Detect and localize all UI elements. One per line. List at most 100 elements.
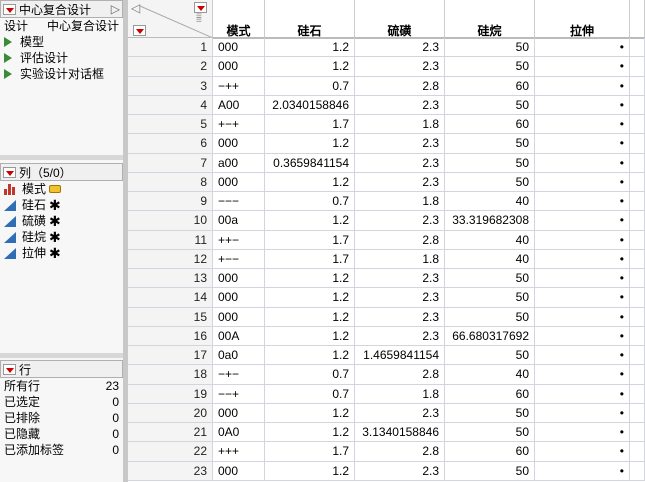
table-cell[interactable]: 2.3 xyxy=(355,403,445,422)
table-row[interactable]: 3 −++ 0.7 2.8 60 • xyxy=(128,76,645,96)
table-cell[interactable]: 3.1340158846 xyxy=(355,423,445,442)
table-cell[interactable]: A00 xyxy=(213,95,265,114)
table-row[interactable]: 9 −−− 0.7 1.8 40 • xyxy=(128,192,645,212)
table-cell[interactable]: 0.3659841154 xyxy=(265,153,355,172)
table-cell[interactable]: 2.8 xyxy=(355,442,445,461)
row-number[interactable]: 4 xyxy=(128,95,213,114)
row-number[interactable]: 22 xyxy=(128,442,213,461)
table-cell[interactable]: • xyxy=(535,192,630,211)
column-item-mode[interactable]: 模式 xyxy=(0,181,123,197)
table-cell[interactable]: 2.3 xyxy=(355,326,445,345)
table-cell[interactable]: 2.8 xyxy=(355,230,445,249)
table-cell[interactable]: 1.8 xyxy=(355,249,445,268)
table-row[interactable]: 5 +−+ 1.7 1.8 60 • xyxy=(128,115,645,135)
rows-panel-header[interactable]: 行 xyxy=(0,360,123,378)
table-cell[interactable]: 000 xyxy=(213,38,265,57)
table-row[interactable]: 16 00A 1.2 2.3 66.680317692 • xyxy=(128,326,645,346)
table-cell[interactable]: 1.2 xyxy=(265,326,355,345)
table-cell[interactable]: 50 xyxy=(445,153,535,172)
table-cell[interactable]: • xyxy=(535,326,630,345)
row-number[interactable]: 9 xyxy=(128,192,213,211)
table-row[interactable]: 4 A00 2.0340158846 2.3 50 • xyxy=(128,95,645,115)
column-header[interactable]: 硅烷 xyxy=(445,0,535,38)
row-number[interactable]: 23 xyxy=(128,461,213,480)
table-cell[interactable]: 50 xyxy=(445,461,535,480)
table-cell[interactable]: • xyxy=(535,134,630,153)
table-cell[interactable]: 1.7 xyxy=(265,115,355,134)
table-cell[interactable]: 40 xyxy=(445,249,535,268)
table-cell[interactable]: • xyxy=(535,38,630,57)
table-cell[interactable]: 1.2 xyxy=(265,211,355,230)
table-cell[interactable]: • xyxy=(535,288,630,307)
table-row[interactable]: 12 +−− 1.7 1.8 40 • xyxy=(128,249,645,269)
table-cell[interactable]: • xyxy=(535,57,630,76)
table-cell[interactable]: 0.7 xyxy=(265,76,355,95)
table-cell[interactable]: 1.2 xyxy=(265,461,355,480)
column-header[interactable]: 硅石 xyxy=(265,0,355,38)
table-cell[interactable]: 50 xyxy=(445,269,535,288)
table-cell[interactable]: 2.3 xyxy=(355,269,445,288)
table-cell[interactable]: −+− xyxy=(213,365,265,384)
table-cell[interactable]: 33.319682308 xyxy=(445,211,535,230)
table-cell[interactable]: 50 xyxy=(445,288,535,307)
table-cell[interactable]: +−+ xyxy=(213,115,265,134)
table-cell[interactable]: 1.2 xyxy=(265,423,355,442)
table-cell[interactable]: • xyxy=(535,384,630,403)
table-cell[interactable]: 50 xyxy=(445,38,535,57)
table-cell[interactable]: 0.7 xyxy=(265,384,355,403)
table-cell[interactable]: • xyxy=(535,249,630,268)
row-state-item[interactable]: 已隐藏 0 xyxy=(0,426,123,442)
row-state-item[interactable]: 已排除 0 xyxy=(0,410,123,426)
table-cell[interactable]: 1.2 xyxy=(265,57,355,76)
table-cell[interactable]: 40 xyxy=(445,192,535,211)
column-item-stretch[interactable]: 拉伸 ✱ xyxy=(0,245,123,261)
table-cell[interactable]: ++− xyxy=(213,230,265,249)
row-number[interactable]: 15 xyxy=(128,307,213,326)
column-header[interactable]: 硫磺 xyxy=(355,0,445,38)
table-cell[interactable]: • xyxy=(535,442,630,461)
table-row[interactable]: 20 000 1.2 2.3 50 • xyxy=(128,403,645,423)
table-cell[interactable]: 1.7 xyxy=(265,442,355,461)
run-script-icon[interactable] xyxy=(4,37,12,47)
table-cell[interactable]: • xyxy=(535,403,630,422)
table-cell[interactable]: 1.8 xyxy=(355,384,445,403)
table-cell[interactable]: 2.3 xyxy=(355,461,445,480)
table-cell[interactable]: 66.680317692 xyxy=(445,326,535,345)
table-cell[interactable]: 000 xyxy=(213,269,265,288)
table-row[interactable]: 21 0A0 1.2 3.1340158846 50 • xyxy=(128,423,645,443)
table-cell[interactable]: 1.2 xyxy=(265,288,355,307)
row-number[interactable]: 16 xyxy=(128,326,213,345)
table-cell[interactable]: 0.7 xyxy=(265,192,355,211)
column-item-silane[interactable]: 硅烷 ✱ xyxy=(0,229,123,245)
table-cell[interactable]: 1.7 xyxy=(265,249,355,268)
table-cell[interactable]: a00 xyxy=(213,153,265,172)
panel-divider[interactable] xyxy=(0,353,123,358)
row-number[interactable]: 17 xyxy=(128,346,213,365)
table-cell[interactable]: • xyxy=(535,95,630,114)
collapse-left-icon[interactable]: ◁ xyxy=(131,1,140,15)
table-cell[interactable]: 000 xyxy=(213,57,265,76)
table-cell[interactable]: 2.3 xyxy=(355,95,445,114)
table-row[interactable]: 15 000 1.2 2.3 50 • xyxy=(128,307,645,327)
row-state-item[interactable]: 已选定 0 xyxy=(0,394,123,410)
table-cell[interactable]: 2.3 xyxy=(355,172,445,191)
rows-menu-icon[interactable] xyxy=(133,25,146,36)
table-cell[interactable]: 1.2 xyxy=(265,307,355,326)
run-script-icon[interactable] xyxy=(4,53,12,63)
row-number[interactable]: 19 xyxy=(128,384,213,403)
table-cell[interactable]: +−− xyxy=(213,249,265,268)
table-cell[interactable]: 1.2 xyxy=(265,346,355,365)
row-number[interactable]: 12 xyxy=(128,249,213,268)
table-row[interactable]: 22 +++ 1.7 2.8 60 • xyxy=(128,442,645,462)
red-triangle-menu-icon[interactable] xyxy=(3,363,16,375)
table-cell[interactable]: 000 xyxy=(213,288,265,307)
table-cell[interactable]: 1.8 xyxy=(355,115,445,134)
row-number[interactable]: 6 xyxy=(128,134,213,153)
table-cell[interactable]: 50 xyxy=(445,307,535,326)
table-cell[interactable]: 000 xyxy=(213,461,265,480)
table-cell[interactable]: • xyxy=(535,76,630,95)
design-panel-header[interactable]: 中心复合设计 ▷ xyxy=(0,0,123,18)
table-cell[interactable]: • xyxy=(535,423,630,442)
table-cell[interactable]: 50 xyxy=(445,423,535,442)
table-cell[interactable]: 1.2 xyxy=(265,403,355,422)
